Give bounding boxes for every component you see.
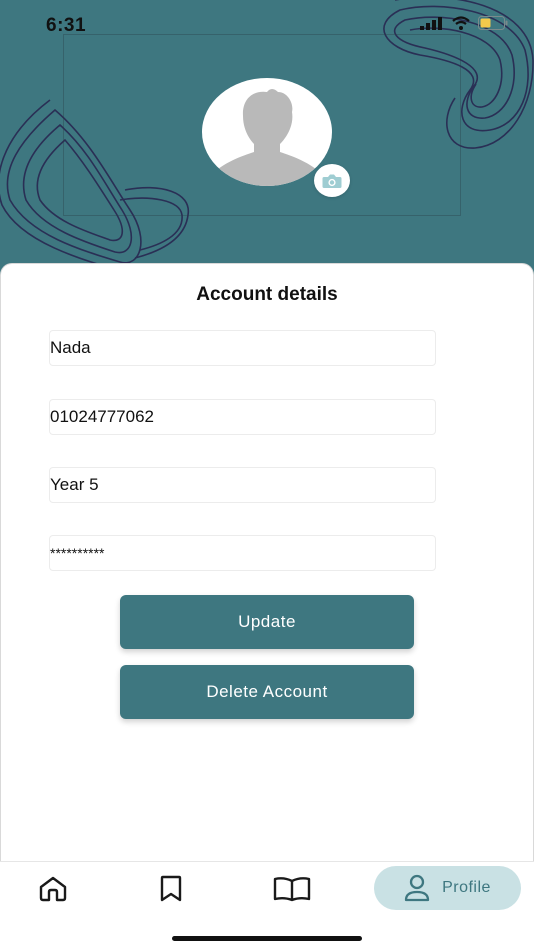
update-button[interactable]: Update: [120, 595, 414, 649]
home-icon: [39, 876, 67, 902]
change-photo-button[interactable]: [314, 164, 350, 197]
year-value: Year 5: [50, 475, 99, 494]
tab-home[interactable]: [36, 874, 70, 904]
wifi-icon: [452, 16, 470, 30]
tab-profile-label: Profile: [442, 879, 491, 896]
tab-profile[interactable]: Profile: [374, 866, 521, 910]
status-icons: [420, 16, 508, 30]
password-field[interactable]: **********: [49, 535, 436, 571]
bookmark-icon: [160, 875, 182, 902]
page-title: Account details: [196, 284, 338, 305]
user-silhouette-icon: [210, 89, 324, 186]
status-time: 6:31: [46, 15, 87, 36]
delete-account-button[interactable]: Delete Account: [120, 665, 414, 719]
battery-icon: [478, 16, 508, 30]
camera-icon: [322, 174, 342, 188]
phone-value: 01024777062: [50, 407, 155, 426]
delete-account-label: Delete Account: [206, 682, 328, 701]
tab-library[interactable]: [271, 874, 313, 904]
name-field[interactable]: Nada: [49, 330, 436, 366]
signal-icon: [420, 17, 442, 30]
tab-bookmarks[interactable]: [156, 874, 186, 904]
phone-field[interactable]: 01024777062: [49, 399, 436, 435]
user-icon: [404, 874, 430, 902]
book-open-icon: [273, 877, 311, 902]
name-value: Nada: [50, 338, 91, 357]
home-indicator: [172, 936, 362, 941]
avatar[interactable]: [202, 78, 332, 186]
update-label: Update: [238, 612, 296, 631]
year-field[interactable]: Year 5: [49, 467, 436, 503]
password-value: **********: [50, 545, 105, 561]
